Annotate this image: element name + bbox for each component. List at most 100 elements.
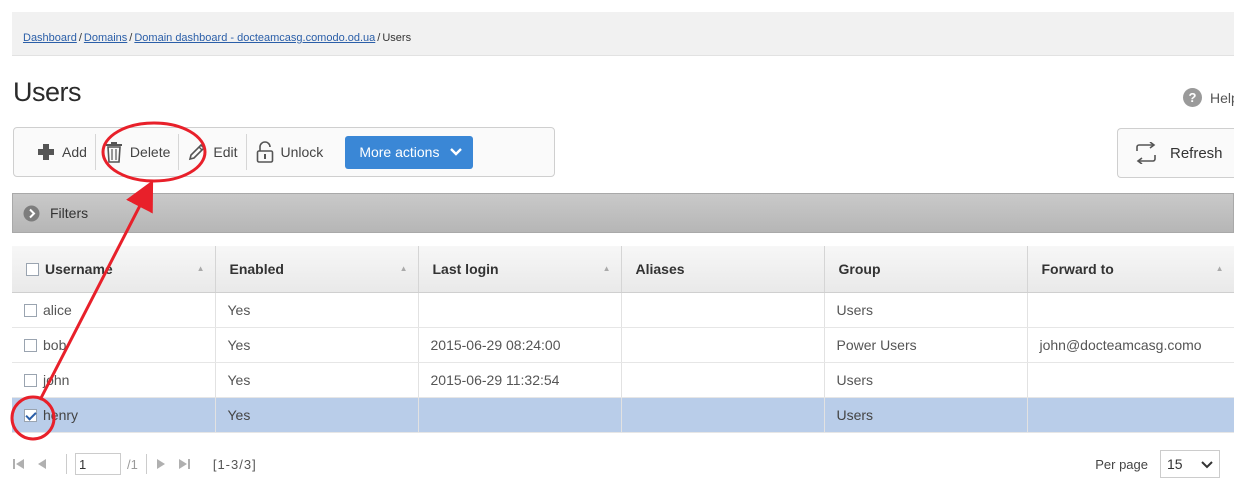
row-checkbox[interactable] [24,373,37,387]
last-page-icon[interactable] [177,458,191,470]
username-text: john [43,371,70,388]
refresh-icon [1134,142,1158,164]
column-label: Aliases [635,260,685,277]
column-label: Group [838,260,881,277]
cell-group: Users [824,397,1028,433]
per-page-control: Per page 15 [1095,450,1220,478]
sort-arrow-icon: ▲ [602,264,611,273]
row-checkbox[interactable] [24,338,37,352]
delete-button[interactable]: Delete [96,134,178,170]
edit-button[interactable]: Edit [179,134,245,170]
cell-username: john [12,362,216,398]
expand-arrow-icon [23,205,40,222]
unlock-icon [255,141,275,163]
column-header-last-login[interactable]: Last login ▲ [418,246,622,293]
column-header-group[interactable]: Group [824,246,1028,293]
pager-divider [145,454,147,474]
breadcrumb-link-domain-dashboard[interactable]: Domain dashboard - docteamcasg.comodo.od… [134,32,375,44]
help-link[interactable]: ? Help [1183,88,1234,107]
cell-username: bob [12,327,216,363]
delete-label: Delete [129,144,171,160]
help-label: Help [1210,89,1234,106]
pagination-bar: /1 [1-3/3] Per page 15 [12,444,1234,484]
table-row-selected[interactable]: henry Yes Users [12,397,1234,433]
per-page-label: Per page [1095,456,1148,472]
cell-last-login: 2015-06-29 08:24:00 [418,327,622,363]
first-page-icon[interactable] [12,458,26,470]
page-title: Users [13,77,82,107]
cell-group: Users [824,362,1028,398]
refresh-button[interactable]: Refresh [1117,128,1234,178]
table-header-row: Username ▲ Enabled ▲ Last login ▲ Aliases G… [12,246,1234,293]
cell-aliases [621,327,825,363]
cell-forward-to [1027,362,1234,398]
trash-icon [104,141,124,163]
cell-group: Power Users [824,327,1028,363]
column-label: Last login [432,260,499,277]
edit-label: Edit [213,144,238,160]
cell-username: henry [12,397,216,433]
unlock-label: Unlock [280,144,324,160]
cell-aliases [621,362,825,398]
users-table: Username ▲ Enabled ▲ Last login ▲ Aliases G… [12,246,1234,433]
cell-last-login [418,397,622,433]
chevron-down-icon [449,147,463,157]
cell-group: Users [824,292,1028,328]
filters-label: Filters [50,205,89,221]
table-row[interactable]: john Yes 2015-06-29 11:32:54 Users [12,362,1234,398]
column-label: Enabled [229,260,284,277]
chevron-down-icon [1201,456,1213,472]
sort-arrow-icon: ▲ [399,264,408,273]
cell-aliases [621,292,825,328]
sort-arrow-icon: ▲ [196,264,205,273]
username-text: alice [43,301,72,318]
username-text: henry [43,406,79,423]
breadcrumb: Dashboard / Domains / Domain dashboard - doc… [12,12,1234,56]
select-all-checkbox[interactable] [26,262,39,276]
breadcrumb-link-domains[interactable]: Domains [84,32,127,44]
cell-aliases [621,397,825,433]
next-page-icon[interactable] [155,458,167,470]
row-checkbox[interactable] [24,303,37,317]
page-count: /1 [127,456,138,472]
filters-toggle[interactable]: Filters [12,193,1234,233]
column-header-username[interactable]: Username ▲ [12,246,216,293]
breadcrumb-separator: / [78,32,82,44]
column-label: Username [45,260,113,277]
refresh-label: Refresh [1170,144,1223,162]
per-page-select[interactable]: 15 [1160,450,1220,478]
cell-enabled: Yes [215,397,419,433]
breadcrumb-separator: / [129,32,133,44]
breadcrumb-link-dashboard[interactable]: Dashboard [23,32,77,44]
sort-arrow-icon: ▲ [1215,264,1224,273]
cell-last-login: 2015-06-29 11:32:54 [418,362,622,398]
breadcrumb-separator: / [377,32,381,44]
cell-forward-to: john@docteamcasg.como [1027,327,1234,363]
table-row[interactable]: alice Yes Users [12,292,1234,328]
breadcrumb-current: Users [382,32,412,44]
prev-page-icon[interactable] [36,458,48,470]
add-button[interactable]: Add [28,134,95,170]
cell-forward-to [1027,397,1234,433]
row-checkbox-checked[interactable] [24,408,37,422]
username-text: bob [43,336,67,353]
table-row[interactable]: bob Yes 2015-06-29 08:24:00 Power Users … [12,327,1234,363]
help-icon: ? [1183,88,1202,107]
more-actions-label: More actions [359,144,440,160]
cell-username: alice [12,292,216,328]
column-header-forward-to[interactable]: Forward to ▲ [1027,246,1234,293]
per-page-value: 15 [1167,456,1183,472]
more-actions-button[interactable]: More actions [345,135,474,169]
column-header-aliases[interactable]: Aliases [621,246,825,293]
add-label: Add [62,144,87,160]
unlock-button[interactable]: Unlock [247,134,332,170]
column-label: Forward to [1041,260,1114,277]
page-number-input[interactable] [75,453,121,475]
pencil-icon [187,142,207,162]
cell-enabled: Yes [215,362,419,398]
cell-enabled: Yes [215,327,419,363]
column-header-enabled[interactable]: Enabled ▲ [215,246,419,293]
cell-forward-to [1027,292,1234,328]
record-range: [1-3/3] [212,456,257,472]
cell-enabled: Yes [215,292,419,328]
